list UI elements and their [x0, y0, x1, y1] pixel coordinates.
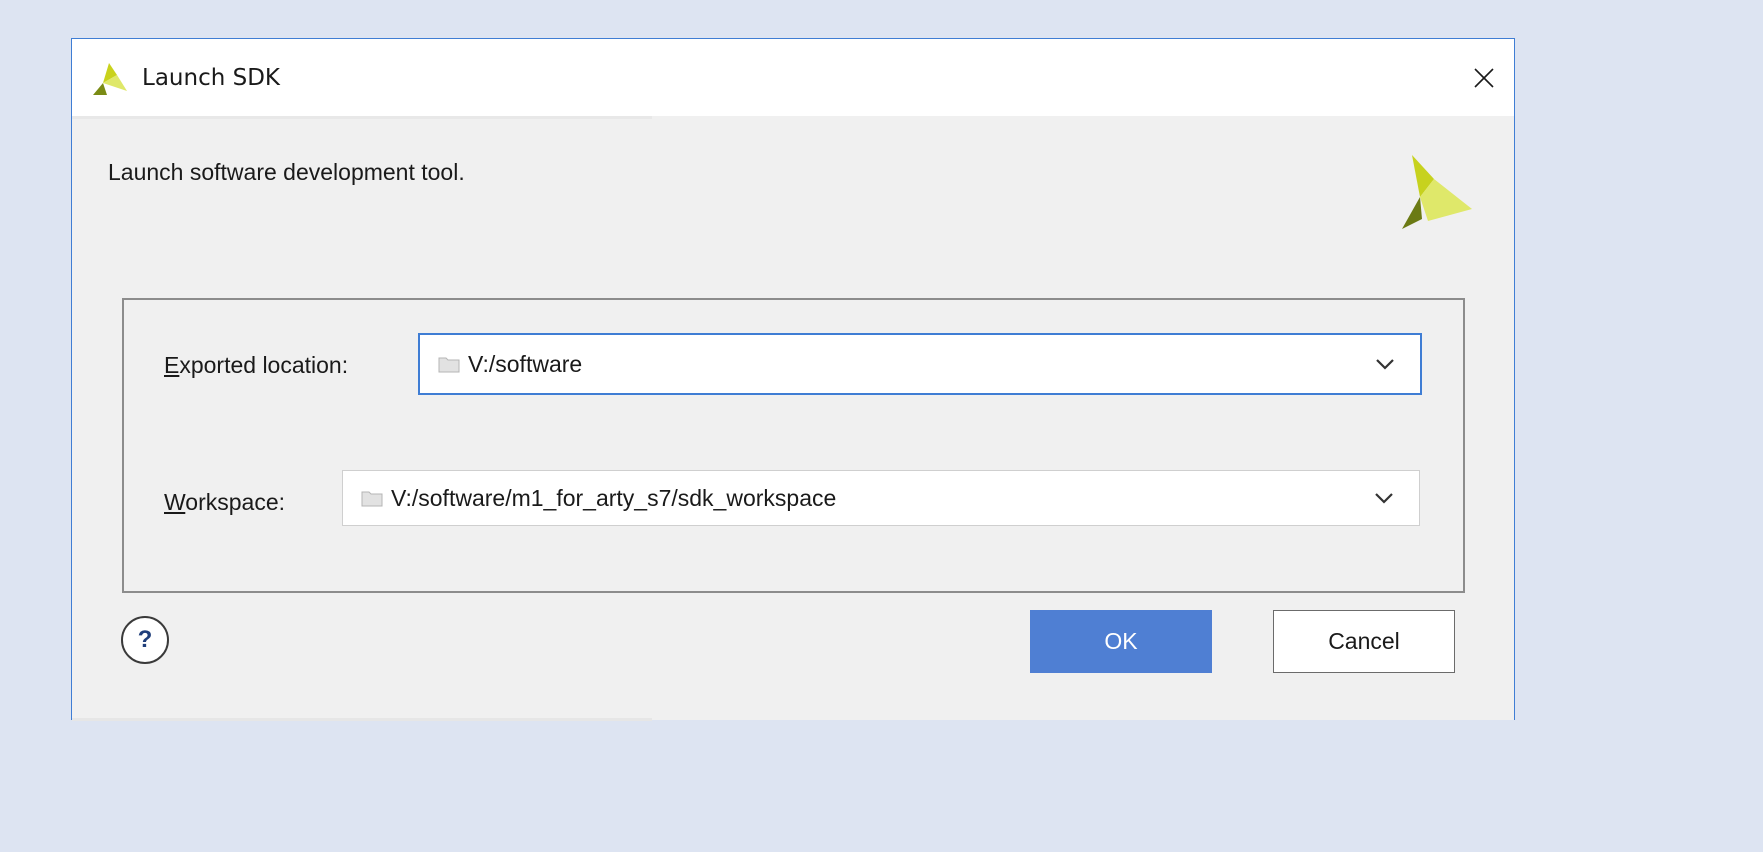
xilinx-logo-icon	[1402, 155, 1472, 229]
close-button[interactable]	[1454, 39, 1514, 116]
exported-location-value: V:/software	[468, 350, 583, 377]
launch-sdk-dialog: Launch SDK Launch software development t…	[71, 38, 1515, 721]
xilinx-logo-icon	[93, 63, 127, 95]
footer-separator	[72, 718, 652, 721]
title-bar[interactable]: Launch SDK	[72, 39, 1514, 116]
chevron-down-icon[interactable]	[1373, 491, 1395, 505]
close-icon	[1474, 67, 1494, 88]
folder-icon	[438, 357, 460, 373]
header-separator	[72, 116, 652, 119]
exported-location-dropdown[interactable]: V:/software	[418, 333, 1422, 395]
help-icon[interactable]: ?	[121, 616, 169, 664]
ok-button[interactable]: OK	[1030, 610, 1212, 673]
dialog-description: Launch software development tool.	[108, 159, 465, 185]
workspace-dropdown[interactable]: V:/software/m1_for_arty_s7/sdk_workspace	[342, 470, 1420, 526]
dialog-title: Launch SDK	[142, 65, 280, 91]
cancel-button[interactable]: Cancel	[1273, 610, 1455, 673]
workspace-value: V:/software/m1_for_arty_s7/sdk_workspace	[391, 484, 837, 511]
folder-icon	[361, 491, 383, 507]
exported-location-label: Exported location:	[164, 352, 349, 378]
workspace-label: Workspace:	[164, 489, 286, 515]
chevron-down-icon[interactable]	[1374, 357, 1396, 371]
